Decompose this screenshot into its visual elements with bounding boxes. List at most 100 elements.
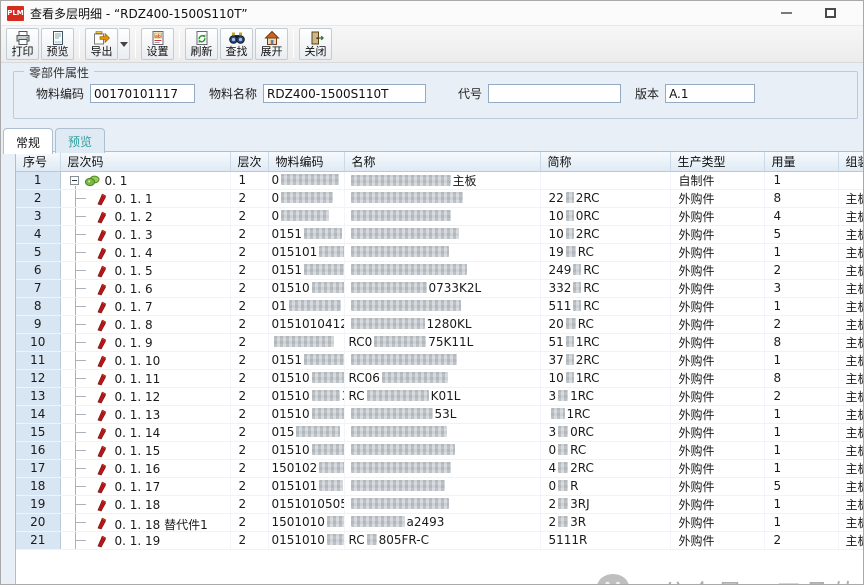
col-header-prod-type[interactable]: 生产类型 <box>670 152 764 171</box>
col-header-position[interactable]: 组装位 <box>838 152 864 171</box>
part-number-label: 代号 <box>458 85 482 102</box>
cell-seq: 10 <box>16 333 60 351</box>
table-row[interactable]: 70. 1. 62015100733K2L332RC外购件3主板 <box>16 279 864 297</box>
cell-level: 2 <box>230 297 268 315</box>
cell-name: 53L <box>344 405 540 423</box>
table-row[interactable]: 20. 1. 120222RC外购件8主板 <box>16 189 864 207</box>
cell-material-code: 1501028 <box>268 459 344 477</box>
tree-branch-line <box>75 540 86 541</box>
minimize-button[interactable] <box>773 5 799 21</box>
col-header-abbr[interactable]: 简称 <box>540 152 670 171</box>
material-name-input[interactable] <box>263 84 426 103</box>
export-button[interactable]: 导出 <box>85 28 118 60</box>
cell-qty: 1 <box>764 405 838 423</box>
cell-level: 2 <box>230 225 268 243</box>
cell-level-code: 0. 1. 9 <box>60 333 230 351</box>
table-row[interactable]: 110. 1. 1020151372RC外购件1主板 <box>16 351 864 369</box>
table-row[interactable]: 80. 1. 7201511RC外购件1主板 <box>16 297 864 315</box>
cell-level-code: 0. 1. 7 <box>60 297 230 315</box>
col-header-level[interactable]: 层次 <box>230 152 268 171</box>
table-row[interactable]: 140. 1. 1320151053L1RC外购件1主板 <box>16 405 864 423</box>
table-row[interactable]: 190. 1. 182015101050523RJ外购件1主板 <box>16 495 864 513</box>
cell-qty: 5 <box>764 225 838 243</box>
table-row[interactable]: 120. 1. 11201510RC06101RC外购件8主板 <box>16 369 864 387</box>
part-node-icon <box>96 283 107 298</box>
censored-blur <box>304 354 344 365</box>
cell-level-code: 0. 1. 5 <box>60 261 230 279</box>
cell-prod-type: 外购件 <box>670 297 764 315</box>
col-header-name[interactable]: 名称 <box>344 152 540 171</box>
table-row[interactable]: 30. 1. 220100RC外购件4主板 <box>16 207 864 225</box>
expand-button[interactable]: 展开 <box>255 28 288 60</box>
censored-blur <box>351 444 455 455</box>
cell-prod-type: 外购件 <box>670 333 764 351</box>
material-code-text: 01510 <box>272 371 310 385</box>
cell-position: 主板 <box>838 207 864 225</box>
cell-prod-type: 外购件 <box>670 495 764 513</box>
level-code-text: 0. 1. 5 <box>115 264 153 278</box>
censored-blur <box>566 318 576 329</box>
tree-branch-line <box>75 252 86 253</box>
tab-general[interactable]: 常规 <box>3 128 53 154</box>
table-row[interactable]: 100. 1. 92RC075K11L511RC外购件8主板 <box>16 333 864 351</box>
table-row[interactable]: 160. 1. 152015100RC外购件1主板 <box>16 441 864 459</box>
censored-blur <box>551 408 565 419</box>
cell-position: 主板 <box>838 441 864 459</box>
censored-blur <box>566 192 574 203</box>
abbr-text: 511 <box>549 299 572 313</box>
part-node-icon <box>96 337 107 352</box>
refresh-button[interactable]: 刷新 <box>185 28 218 60</box>
table-row[interactable]: 50. 1. 4201510119RC外购件1主板 <box>16 243 864 261</box>
table-row[interactable]: 180. 1. 172015101040R外购件5主板 <box>16 477 864 495</box>
table-row[interactable]: 90. 1. 82015101041281280KL20RC外购件2主板 <box>16 315 864 333</box>
table-row[interactable]: 40. 1. 320151102RC外购件5主板 <box>16 225 864 243</box>
tree-collapse-button[interactable] <box>70 176 79 185</box>
export-dropdown-button[interactable] <box>119 28 130 60</box>
cell-name: a2493 <box>344 513 540 531</box>
preview-button[interactable]: 预览 <box>41 28 74 60</box>
toolbar-separator <box>79 30 80 58</box>
cell-abbr: 31RC <box>540 387 670 405</box>
name-text: 75K11L <box>428 335 473 349</box>
table-row[interactable]: 10. 110主板自制件1 <box>16 171 864 189</box>
cell-seq: 17 <box>16 459 60 477</box>
table-row[interactable]: 130. 1. 122015103RCK01L31RC外购件2主板 <box>16 387 864 405</box>
part-node-icon <box>96 247 107 262</box>
abbr-text: 19 <box>549 245 564 259</box>
cell-level: 2 <box>230 531 268 549</box>
part-number-input[interactable] <box>488 84 621 103</box>
cell-name <box>344 351 540 369</box>
tree-branch-line <box>75 360 86 361</box>
printer-button[interactable]: 打印 <box>6 28 39 60</box>
censored-blur <box>351 498 449 509</box>
col-header-seq[interactable]: 序号 <box>16 152 60 171</box>
cell-level-code: 0. 1. 16 <box>60 459 230 477</box>
cell-name <box>344 297 540 315</box>
version-input[interactable] <box>665 84 755 103</box>
settings-button[interactable]: ab设置 <box>141 28 174 60</box>
close-button[interactable]: 关闭 <box>299 28 332 60</box>
version-label: 版本 <box>635 85 659 102</box>
table-row[interactable]: 210. 1. 1920151010RC805FR-C5111R外购件2主板 <box>16 531 864 549</box>
tree-branch-line <box>75 504 86 505</box>
maximize-button[interactable] <box>817 5 843 21</box>
table-row[interactable]: 150. 1. 14201530RC外购件1主板 <box>16 423 864 441</box>
col-header-level-code[interactable]: 层次码 <box>60 152 230 171</box>
table-row[interactable]: 60. 1. 520151249RC外购件2主板 <box>16 261 864 279</box>
censored-blur <box>351 282 427 293</box>
col-header-qty[interactable]: 用量 <box>764 152 838 171</box>
cell-level: 2 <box>230 459 268 477</box>
material-code-text: 015101 <box>272 479 318 493</box>
censored-blur <box>312 282 344 293</box>
find-button[interactable]: 查找 <box>220 28 253 60</box>
part-node-icon <box>96 229 107 244</box>
table-row[interactable]: 200. 1. 18 替代件121501010a249323R外购件1主板 <box>16 513 864 531</box>
col-header-material-code[interactable]: 物料编码 <box>268 152 344 171</box>
table-row[interactable]: 170. 1. 162150102842RC外购件1主板 <box>16 459 864 477</box>
toolbar: 打印预览导出 ab设置刷新查找展开关闭 <box>1 26 863 63</box>
material-code-input[interactable] <box>90 84 195 103</box>
tab-preview[interactable]: 预览 <box>55 128 105 153</box>
titlebar[interactable]: PLM 查看多层明细 - “RDZ400-1500S110T” <box>1 1 863 26</box>
censored-blur <box>351 426 447 437</box>
cell-level-code: 0. 1. 17 <box>60 477 230 495</box>
